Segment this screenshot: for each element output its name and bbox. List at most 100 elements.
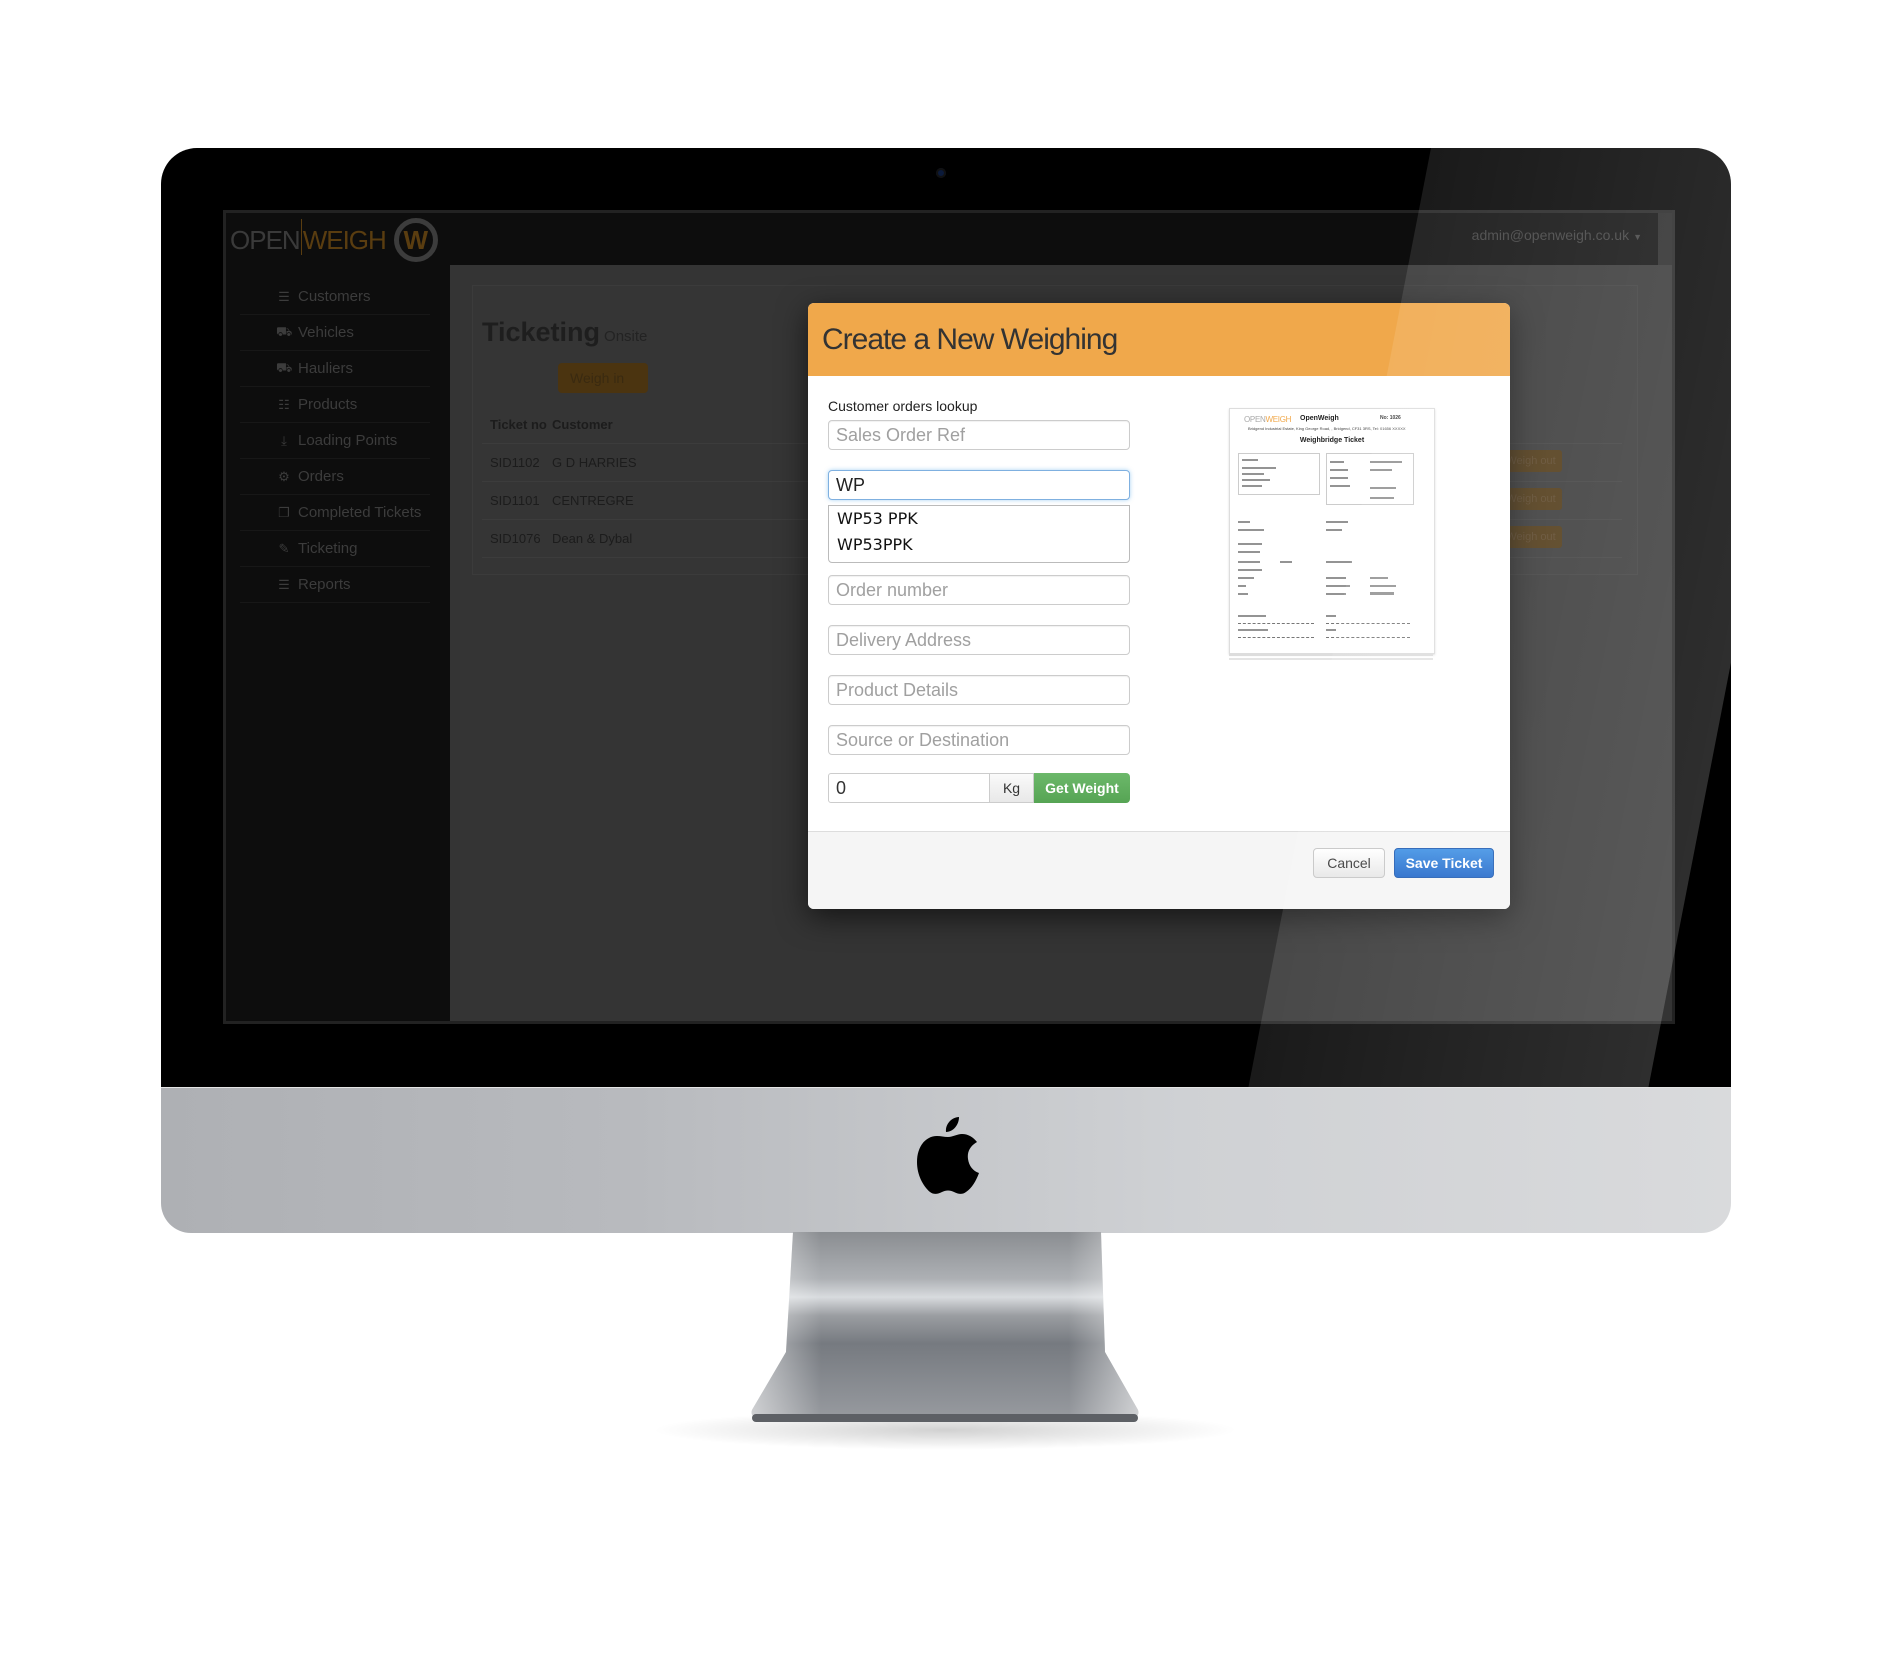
sidebar-item-orders[interactable]: ⚙ Orders — [240, 459, 430, 495]
list-icon: ☰ — [278, 288, 290, 304]
sidebar-item-products[interactable]: ☷ Products — [240, 387, 430, 423]
ticket-text-line — [1242, 467, 1276, 469]
cell-customer: Dean & Dybal — [552, 531, 633, 546]
ticket-text-line — [1238, 615, 1266, 617]
product-details-input[interactable] — [828, 675, 1130, 705]
save-ticket-button[interactable]: Save Ticket — [1394, 848, 1494, 878]
ticket-text-line — [1326, 561, 1352, 563]
ticket-text-line — [1326, 521, 1348, 523]
cancel-button[interactable]: Cancel — [1313, 848, 1385, 878]
vehicle-registration-input[interactable] — [828, 470, 1130, 500]
sidebar-item-reports[interactable]: ☰ Reports — [240, 567, 430, 603]
ticket-text-line — [1238, 593, 1248, 595]
ticket-text-line — [1238, 529, 1264, 531]
ticket-text-line — [1370, 577, 1388, 579]
ticket-number: No: 1026 — [1380, 415, 1401, 421]
list-icon: ☰ — [278, 576, 290, 592]
ticket-text-line — [1242, 479, 1270, 481]
ticket-text-line — [1370, 487, 1396, 489]
autocomplete-dropdown: WP53 PPK WP53PPK — [828, 505, 1130, 563]
sidebar-item-customers[interactable]: ☰ Customers — [240, 279, 430, 315]
ticket-text-line — [1238, 521, 1250, 523]
cell-customer: G D HARRIES — [552, 455, 637, 470]
logo-badge-icon: W — [393, 218, 438, 262]
ticket-text-line — [1370, 469, 1392, 471]
ticket-signature-line — [1238, 623, 1314, 625]
sidebar-item-label: Vehicles — [298, 324, 354, 341]
ticket-text-line — [1238, 551, 1260, 553]
source-destination-input[interactable] — [828, 725, 1130, 755]
ticket-text-line — [1238, 543, 1262, 545]
app-screen: OPEN WEIGH W admin@openweigh.co.uk ▼ ☰ Cus… — [223, 210, 1675, 1024]
order-number-input[interactable] — [828, 575, 1130, 605]
copy-icon: ❐ — [278, 504, 290, 520]
ticket-text-line — [1238, 629, 1268, 631]
sidebar-item-ticketing[interactable]: ✎ Ticketing — [240, 531, 430, 567]
ticket-text-line — [1326, 629, 1336, 631]
modal-title: Create a New Weighing — [822, 323, 1118, 356]
gear-icon: ⚙ — [278, 468, 290, 484]
ticket-signature-line — [1326, 637, 1410, 639]
ticket-text-line — [1370, 585, 1396, 587]
ticket-text-line — [1330, 461, 1344, 463]
page-title: Ticketing Onsite — [482, 317, 647, 348]
col-ticket-no: Ticket no — [490, 417, 547, 432]
ticket-text-line — [1326, 577, 1346, 579]
ticket-text-line — [1238, 561, 1260, 563]
ticket-text-line — [1238, 569, 1262, 571]
weight-input[interactable] — [828, 773, 990, 803]
ticket-text-line — [1238, 577, 1254, 579]
sidebar-item-label: Ticketing — [298, 540, 358, 557]
ticket-text-line — [1370, 592, 1394, 595]
ticket-logo-open: OPEN — [1244, 415, 1266, 424]
sidebar-item-label: Hauliers — [298, 360, 354, 377]
ticket-preview-stack — [1229, 658, 1433, 660]
ticket-text-line — [1242, 459, 1258, 461]
cell-ticket-no: SID1076 — [490, 531, 541, 546]
ticket-logo-weigh: WEIGH — [1265, 415, 1292, 424]
ticket-heading: Weighbridge Ticket — [1299, 437, 1365, 444]
ticket-text-line — [1326, 585, 1350, 587]
autocomplete-option[interactable]: WP53 PPK — [829, 506, 1129, 532]
monitor-stand — [751, 1232, 1139, 1422]
app-navbar: OPEN WEIGH W admin@openweigh.co.uk ▼ — [226, 213, 1672, 265]
ticket-text-line — [1326, 615, 1336, 617]
ticket-signature-line — [1326, 623, 1410, 625]
weight-unit-addon: Kg — [990, 773, 1034, 803]
sidebar-item-loading-points[interactable]: ⤓ Loading Points — [240, 423, 430, 459]
sidebar-item-vehicles[interactable]: ⛟ Vehicles — [240, 315, 430, 351]
edit-icon: ✎ — [278, 540, 290, 556]
sidebar: ☰ Customers ⛟ Vehicles ⛟ Hauliers ☷ Products… — [226, 265, 450, 1021]
autocomplete-option[interactable]: WP53PPK — [829, 532, 1129, 558]
ticket-company: OpenWeigh — [1300, 415, 1339, 422]
ticket-preview-logo: OPENWEIGH — [1244, 415, 1291, 424]
ticket-text-line — [1330, 469, 1348, 471]
get-weight-button[interactable]: Get Weight — [1034, 773, 1130, 803]
ticket-text-line — [1326, 593, 1346, 595]
sidebar-item-label: Loading Points — [298, 432, 398, 449]
ticket-text-line — [1370, 461, 1402, 463]
col-customer: Customer — [552, 417, 613, 432]
page-title-text: Ticketing — [482, 317, 601, 347]
openweigh-logo[interactable]: OPEN WEIGH W — [230, 218, 438, 262]
weigh-in-button[interactable]: Weigh in — [558, 363, 648, 393]
cell-customer: CENTREGRE — [552, 493, 634, 508]
modal-body: Customer orders lookup WP53 PPK WP53PPK … — [808, 376, 1510, 831]
sales-order-ref-input[interactable] — [828, 420, 1130, 450]
cell-ticket-no: SID1101 — [490, 493, 540, 508]
sidebar-item-hauliers[interactable]: ⛟ Hauliers — [240, 351, 430, 387]
sidebar-item-label: Completed Tickets — [298, 504, 422, 521]
list-alt-icon: ☷ — [278, 396, 290, 412]
ticket-preview: OPENWEIGH OpenWeigh No: 1026 Bridgend In… — [1229, 408, 1435, 654]
ticket-preview-stack — [1229, 654, 1433, 656]
ticket-text-line — [1242, 485, 1262, 487]
logo-text-open: OPEN — [230, 224, 301, 255]
camera-icon — [936, 168, 946, 178]
sidebar-item-completed-tickets[interactable]: ❐ Completed Tickets — [240, 495, 430, 531]
ticket-text-line — [1330, 485, 1350, 487]
user-menu[interactable]: admin@openweigh.co.uk ▼ — [1472, 227, 1642, 243]
caret-down-icon: ▼ — [1633, 232, 1642, 242]
logo-text-weigh: WEIGH — [302, 224, 387, 255]
modal-header: Create a New Weighing — [808, 303, 1510, 376]
delivery-address-input[interactable] — [828, 625, 1130, 655]
